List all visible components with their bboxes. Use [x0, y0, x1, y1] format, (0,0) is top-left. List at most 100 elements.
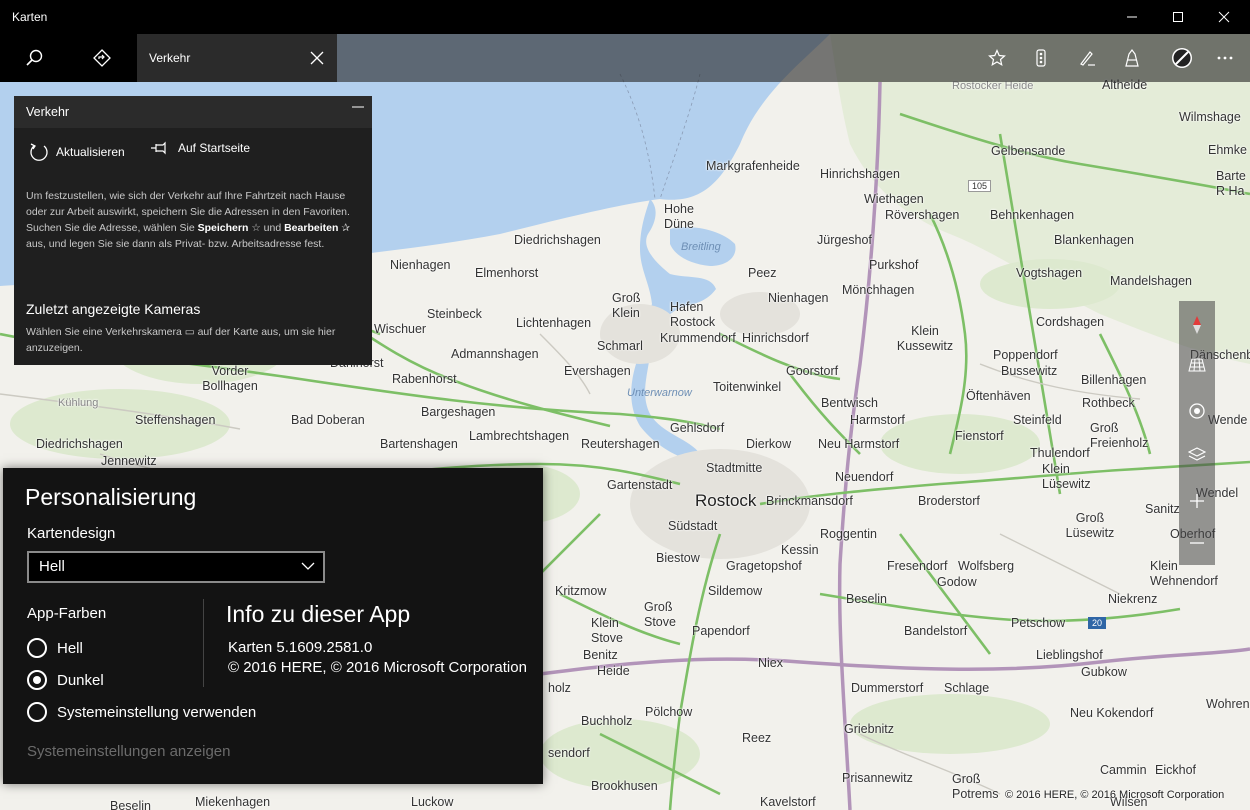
- place-label: Kessin: [781, 543, 819, 557]
- zoom-out-button[interactable]: [1179, 523, 1215, 563]
- search-button[interactable]: [0, 34, 68, 82]
- layers-icon: [1188, 447, 1206, 461]
- traffic-icon: [1036, 49, 1046, 67]
- place-label: R Ha: [1216, 184, 1245, 198]
- place-label: Sanitz: [1145, 502, 1180, 516]
- camera-icon: ▭: [184, 326, 195, 338]
- minimize-icon: [1127, 16, 1137, 18]
- personalization-title: Personalisierung: [25, 484, 197, 510]
- place-label: Toitenwinkel: [713, 380, 782, 394]
- edit-star-icon: ✰: [341, 222, 351, 234]
- window-title: Karten: [12, 10, 48, 24]
- place-label: Groß Klein: [612, 291, 641, 320]
- place-label: Neuendorf: [835, 470, 894, 484]
- traffic-description: Um festzustellen, wie sich der Verkehr a…: [26, 188, 360, 252]
- about-title: Info zu dieser App: [226, 601, 411, 627]
- place-label: Dummerstorf: [851, 681, 924, 695]
- place-label: Lambrechtshagen: [469, 429, 570, 443]
- place-label: Prisannewitz: [842, 771, 913, 785]
- maximize-button[interactable]: [1155, 0, 1201, 34]
- place-label: Beselin: [110, 799, 151, 810]
- place-label: Gelbensande: [991, 144, 1066, 158]
- close-window-button[interactable]: [1201, 0, 1247, 34]
- place-label: Kühlung: [58, 397, 99, 409]
- traffic-button[interactable]: [1019, 34, 1063, 82]
- 3d-cities-icon: [1125, 49, 1139, 67]
- place-label: Buchholz: [581, 714, 633, 728]
- place-label: Thulendorf: [1030, 446, 1090, 460]
- minimize-button[interactable]: [1109, 0, 1155, 34]
- radio-circle: [27, 702, 47, 722]
- refresh-label: Aktualisieren: [56, 145, 125, 159]
- 3d-cities-button[interactable]: [1110, 34, 1154, 82]
- ink-button[interactable]: [1065, 34, 1109, 82]
- water-label: Breitling: [681, 241, 721, 253]
- star-icon: ☆: [251, 222, 261, 234]
- radio-dark[interactable]: Dunkel: [27, 670, 104, 690]
- place-label: Neu Kokendorf: [1070, 706, 1154, 720]
- place-label: Mandelshagen: [1110, 274, 1193, 288]
- locate-me-button[interactable]: [1179, 391, 1215, 431]
- place-label: Wiethagen: [864, 192, 924, 206]
- tilt-button[interactable]: [1179, 345, 1215, 385]
- refresh-icon: [28, 141, 50, 163]
- place-label: Hafen Rostock: [670, 300, 716, 329]
- streetside-icon: [1172, 48, 1192, 68]
- place-label: Gubkow: [1081, 665, 1127, 679]
- cameras-heading: Zuletzt angezeigte Kameras: [26, 301, 201, 317]
- place-label: Gartenstadt: [607, 478, 673, 492]
- place-label: Griebnitz: [844, 722, 895, 736]
- more-button[interactable]: [1203, 34, 1247, 82]
- place-label: Gragetopshof: [726, 559, 802, 573]
- search-tab-label: Verkehr: [149, 51, 191, 65]
- minimize-panel-button[interactable]: [352, 100, 364, 116]
- place-label: Groß Potrems: [952, 772, 999, 801]
- place-label: Sildemow: [708, 584, 763, 598]
- map-layers-button[interactable]: [1179, 435, 1215, 475]
- radio-system[interactable]: Systemeinstellung verwenden: [27, 702, 256, 722]
- place-label: Rabenhorst: [392, 372, 457, 386]
- place-label: Goorstorf: [786, 364, 839, 378]
- zoom-in-button[interactable]: [1179, 481, 1215, 521]
- place-label: Harmstorf: [850, 413, 905, 427]
- place-label: Petschow: [1011, 616, 1066, 630]
- place-label: Jennewitz: [101, 454, 157, 468]
- map-design-dropdown[interactable]: Hell: [27, 551, 325, 583]
- place-label: Reutershagen: [581, 437, 660, 451]
- close-icon: [1218, 11, 1230, 23]
- place-label: Diedrichshagen: [514, 233, 601, 247]
- place-label: Groß Freienholz: [1090, 421, 1149, 450]
- more-icon: [1217, 56, 1233, 60]
- place-label: Neu Harmstorf: [818, 437, 900, 451]
- place-label: Nienhagen: [768, 291, 829, 305]
- directions-button[interactable]: [68, 34, 136, 82]
- search-tab[interactable]: Verkehr: [137, 34, 337, 82]
- map-controls: [1179, 301, 1215, 565]
- radio-label: Dunkel: [57, 671, 104, 689]
- place-label: Peez: [748, 266, 777, 280]
- tilt-icon: [1188, 358, 1206, 372]
- place-label: Beselin: [846, 592, 887, 606]
- place-label: Krummendorf: [660, 331, 736, 345]
- pin-to-start-button[interactable]: Auf Startseite: [150, 141, 250, 155]
- close-search-button[interactable]: [305, 46, 329, 70]
- refresh-button[interactable]: Aktualisieren: [28, 141, 125, 163]
- place-label: Mönchhagen: [842, 283, 915, 297]
- desc-part: aus, und legen Sie sie dann als Privat- …: [26, 238, 325, 250]
- place-label: Rostock: [695, 491, 757, 510]
- place-label: Elmenhorst: [475, 266, 539, 280]
- place-label: Brinckmansdorf: [766, 494, 853, 508]
- place-label: Nienhagen: [390, 258, 451, 272]
- place-label: Gehlsdorf: [670, 421, 725, 435]
- place-label: Biestow: [656, 551, 700, 565]
- radio-light[interactable]: Hell: [27, 638, 83, 658]
- favorites-button[interactable]: [975, 34, 1019, 82]
- route-sign: 105: [968, 180, 992, 192]
- streetside-button[interactable]: [1160, 34, 1204, 82]
- compass-button[interactable]: [1179, 305, 1215, 345]
- system-settings-link[interactable]: Systemeinstellungen anzeigen: [27, 743, 230, 760]
- place-label: Cordshagen: [1036, 315, 1105, 329]
- place-label: Steinfeld: [1013, 413, 1062, 427]
- route-sign: 20: [1088, 617, 1107, 629]
- place-label: Wohren: [1206, 697, 1250, 711]
